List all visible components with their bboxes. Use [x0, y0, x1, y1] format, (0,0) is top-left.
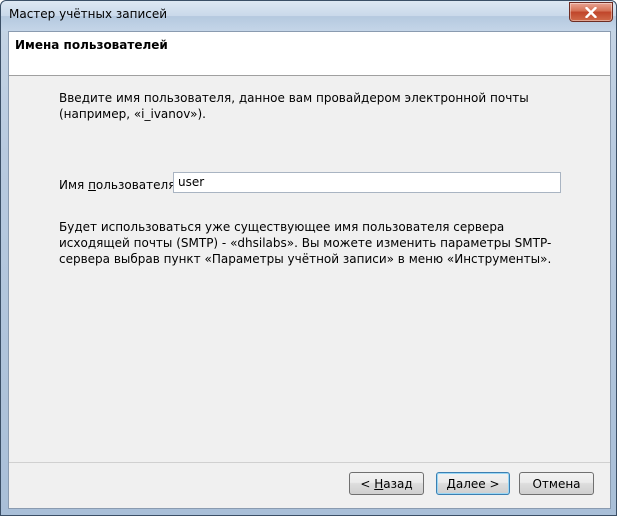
title-bar[interactable]: Мастер учётных записей — [1, 1, 616, 31]
username-label: Имя пользователя: — [59, 178, 179, 192]
back-button-prefix: < — [360, 476, 375, 491]
back-button[interactable]: < Назад — [349, 472, 424, 495]
back-button-accesskey: Н — [374, 476, 384, 491]
window-title: Мастер учётных записей — [9, 7, 168, 21]
next-button[interactable]: Далее > — [436, 472, 510, 495]
next-button-accesskey: Д — [446, 476, 456, 491]
username-label-prefix: Имя — [59, 178, 89, 192]
close-button[interactable] — [569, 2, 613, 22]
intro-text: Введите имя пользователя, данное вам про… — [59, 91, 529, 121]
page-title: Имена пользователей — [15, 38, 168, 52]
back-button-suffix: азад — [383, 476, 413, 491]
username-label-suffix: ользователя: — [95, 178, 180, 192]
footer-separator — [9, 462, 610, 463]
next-button-suffix: алее > — [455, 476, 500, 491]
smtp-info-text: Будет использоваться уже существующее им… — [59, 220, 552, 266]
page-content: Введите имя пользователя, данное вам про… — [9, 76, 610, 464]
page-header: Имена пользователей — [9, 32, 610, 76]
wizard-client-area: Имена пользователей Введите имя пользова… — [8, 31, 611, 509]
cancel-button[interactable]: Отмена — [519, 472, 594, 495]
close-icon — [585, 6, 597, 18]
wizard-window: Мастер учётных записей Имена пользовател… — [0, 0, 617, 516]
username-label-accesskey: п — [88, 178, 96, 192]
username-input[interactable]: user — [173, 172, 561, 193]
